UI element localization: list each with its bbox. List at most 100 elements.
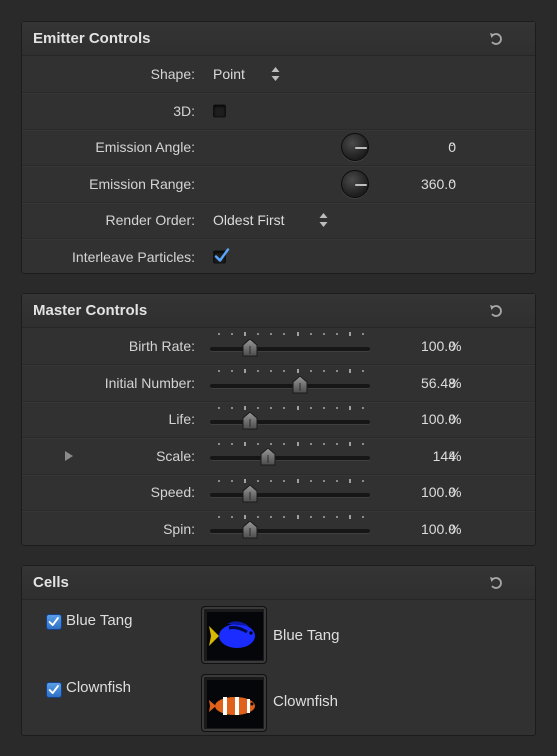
slider-tick <box>283 406 286 409</box>
slider-tick <box>231 370 234 373</box>
degree-unit: ° <box>449 139 455 156</box>
slider-tick <box>309 370 312 373</box>
blue-tang-thumbnail[interactable] <box>201 606 267 664</box>
threed-label: 3D: <box>173 103 195 120</box>
slider-tick <box>309 443 312 446</box>
slider-tick <box>309 515 312 518</box>
cells-title: Cells <box>33 574 69 591</box>
slider-ticks <box>210 405 370 410</box>
slider-tick <box>348 514 351 519</box>
slider-tick <box>309 406 312 409</box>
threed-checkbox[interactable] <box>213 104 226 118</box>
life-slider[interactable] <box>210 402 370 437</box>
slider-track <box>210 419 370 424</box>
slider-thumb[interactable] <box>242 521 258 539</box>
speed-label: Speed: <box>150 484 195 501</box>
slider-thumb[interactable] <box>292 375 308 394</box>
slider-tick <box>362 443 364 446</box>
slider-tick <box>335 515 338 518</box>
emission-range-row: Emission Range: 360.0 ° <box>22 165 535 201</box>
slider-tick <box>270 479 273 482</box>
slider-tick <box>296 478 299 483</box>
scale-slider[interactable] <box>210 438 370 473</box>
slider-tick <box>283 515 286 518</box>
master-controls-panel: Master Controls Birth Rate: 100.0 % Init… <box>21 293 536 546</box>
slider-tick <box>283 370 286 373</box>
slider-tick <box>335 370 338 373</box>
slider-thumb[interactable] <box>242 338 258 357</box>
slider-thumb[interactable] <box>242 484 258 503</box>
slider-ticks <box>210 332 370 336</box>
scale-row: Scale: 144 % <box>22 437 535 473</box>
reset-icon[interactable] <box>488 31 504 47</box>
disclosure-triangle-icon[interactable] <box>65 450 73 461</box>
slider-tick <box>270 370 273 373</box>
slider-tick <box>257 370 260 373</box>
up-down-arrows-icon[interactable] <box>319 213 328 228</box>
slider-tick <box>244 369 247 374</box>
slider-tick <box>270 443 273 446</box>
slider-tick <box>257 333 260 335</box>
slider-tick <box>283 479 286 482</box>
spin-slider[interactable] <box>210 511 370 546</box>
interleave-checkbox[interactable] <box>213 247 230 264</box>
slider-tick <box>244 405 247 410</box>
emission-angle-dial[interactable] <box>341 133 369 162</box>
reset-icon[interactable] <box>488 303 504 319</box>
slider-track <box>210 529 370 534</box>
slider-tick <box>231 443 234 446</box>
slider-tick <box>244 442 247 447</box>
spin-row: Spin: 100.0 % <box>22 509 535 546</box>
clownfish-thumbnail[interactable] <box>201 674 267 732</box>
shape-row: Shape: Point <box>22 56 535 92</box>
threed-row: 3D: <box>22 92 535 128</box>
emission-range-dial[interactable] <box>341 169 369 198</box>
slider-tick <box>231 333 234 335</box>
slider-tick <box>218 333 220 335</box>
slider-tick <box>309 333 312 335</box>
slider-track <box>210 492 370 497</box>
degree-unit: ° <box>449 175 455 192</box>
shape-popup-value[interactable]: Point <box>213 66 245 82</box>
slider-thumb[interactable] <box>260 448 276 466</box>
reset-icon[interactable] <box>488 575 504 591</box>
percent-unit: % <box>449 375 462 392</box>
up-down-arrows-icon[interactable] <box>271 67 280 82</box>
clownfish-name: Clownfish <box>66 679 132 696</box>
speed-row: Speed: 100.0 % <box>22 473 535 510</box>
slider-tick <box>283 443 286 446</box>
slider-ticks <box>210 514 370 519</box>
slider-tick <box>322 479 325 482</box>
slider-track <box>210 456 370 461</box>
slider-tick <box>348 369 351 374</box>
slider-tick <box>348 478 351 483</box>
slider-tick <box>362 370 364 373</box>
slider-tick <box>335 406 338 409</box>
master-controls-title: Master Controls <box>33 302 148 319</box>
slider-tick <box>322 333 325 335</box>
percent-unit: % <box>449 447 462 464</box>
render-order-popup-value[interactable]: Oldest First <box>213 212 285 228</box>
initial-number-slider[interactable] <box>210 365 370 400</box>
slider-tick <box>296 405 299 410</box>
initial-number-row: Initial Number: 56.48 % <box>22 364 535 400</box>
birth-rate-slider[interactable] <box>210 328 370 364</box>
slider-tick <box>218 370 220 373</box>
initial-number-label: Initial Number: <box>104 375 195 392</box>
slider-tick <box>362 479 364 482</box>
slider-tick <box>335 333 338 335</box>
checkmark-icon <box>48 685 59 695</box>
slider-tick <box>257 515 260 518</box>
slider-thumb[interactable] <box>242 411 258 430</box>
clownfish-image <box>207 680 263 728</box>
percent-unit: % <box>449 338 462 355</box>
slider-tick <box>309 479 312 482</box>
percent-unit: % <box>449 411 462 428</box>
clownfish-thumb-label: Clownfish <box>273 693 339 710</box>
slider-track <box>210 383 370 388</box>
blue-tang-checkbox[interactable] <box>46 614 62 630</box>
clownfish-checkbox[interactable] <box>46 682 62 698</box>
life-row: Life: 100.0 % <box>22 400 535 437</box>
render-order-label: Render Order: <box>105 212 195 229</box>
speed-slider[interactable] <box>210 475 370 510</box>
